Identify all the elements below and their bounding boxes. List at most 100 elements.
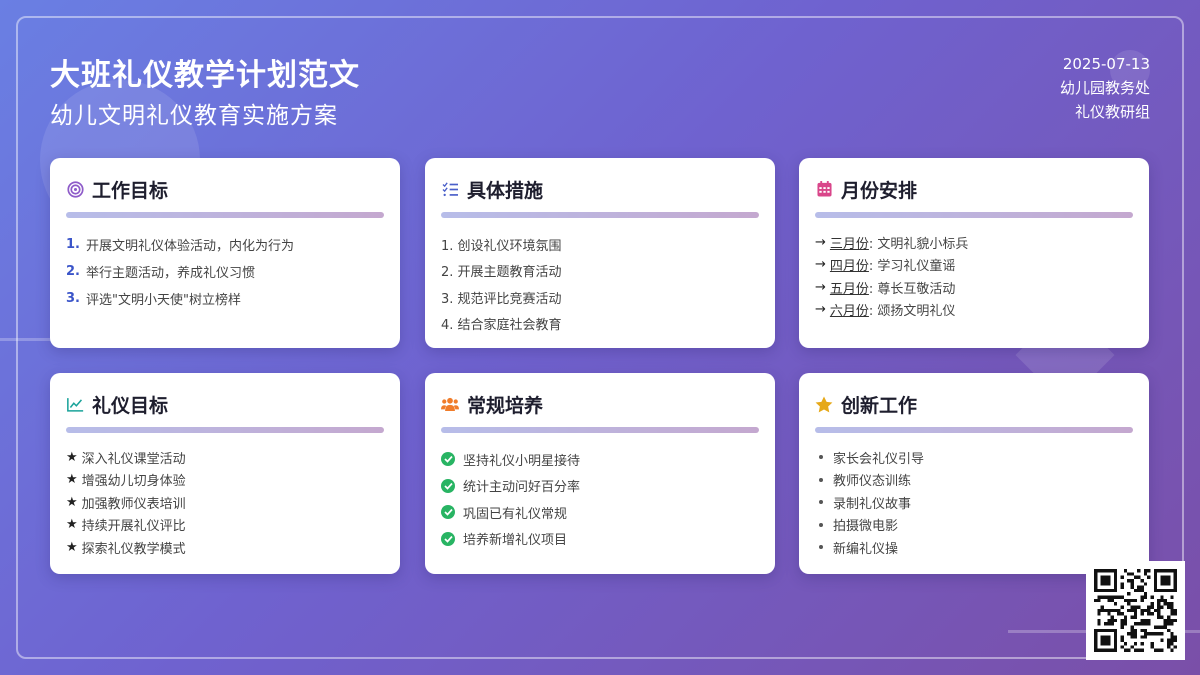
qr-module	[1147, 618, 1151, 623]
qr-module	[1113, 638, 1118, 643]
qr-module	[1130, 572, 1134, 576]
qr-module	[1160, 595, 1164, 599]
qr-module	[1120, 585, 1124, 589]
qr-module	[1123, 569, 1128, 573]
qr-module	[1140, 635, 1144, 639]
qr-module	[1143, 608, 1148, 613]
qr-module	[1100, 642, 1104, 646]
qr-module	[1167, 622, 1171, 626]
list-item: ★ 加强教师仪表培训	[66, 494, 186, 512]
card-innovation: 创新工作 家长会礼仪引导 教师仪态训练 录制礼仪故事 拍摄微电影 新编礼仪操	[799, 373, 1149, 574]
star-icon	[815, 395, 833, 413]
check-circle-icon	[441, 505, 455, 520]
qr-module	[1140, 595, 1144, 599]
qr-module	[1153, 632, 1158, 636]
qr-module	[1140, 608, 1144, 613]
qr-module	[1100, 575, 1104, 579]
qr-module	[1127, 632, 1131, 636]
qr-module	[1123, 618, 1128, 623]
list-item: → 六月份: 颂扬文明礼仪	[815, 302, 956, 320]
qr-module	[1094, 638, 1098, 643]
qr-module	[1140, 578, 1144, 583]
qr-module	[1113, 608, 1118, 613]
qr-module	[1160, 575, 1164, 579]
qr-module	[1163, 582, 1168, 586]
qr-module	[1173, 582, 1177, 586]
qr-module	[1140, 622, 1144, 626]
qr-module	[1143, 618, 1148, 623]
qr-module	[1100, 638, 1104, 643]
list-item: ★ 深入礼仪课堂活动	[66, 449, 186, 467]
qr-module	[1143, 632, 1148, 636]
checklist-icon	[441, 180, 459, 198]
list-item: 巩固已有礼仪常规	[441, 499, 759, 526]
list-item: 1. 开展文明礼仪体验活动，内化为行为	[66, 237, 294, 254]
qr-module	[1097, 598, 1101, 603]
qr-module	[1167, 569, 1171, 573]
qr-module	[1103, 648, 1108, 652]
qr-module	[1147, 569, 1151, 573]
card-header: 常规培养	[441, 391, 759, 417]
list-item: 录制礼仪故事	[815, 491, 1133, 514]
qr-module	[1163, 625, 1168, 629]
qr-module	[1130, 608, 1134, 613]
qr-module	[1147, 622, 1151, 626]
qr-module	[1143, 582, 1148, 586]
qr-module	[1160, 615, 1164, 619]
qr-module	[1163, 618, 1168, 623]
users-icon	[441, 395, 459, 413]
qr-module	[1107, 622, 1111, 626]
qr-module	[1120, 638, 1124, 643]
qr-module	[1170, 632, 1174, 636]
qr-module	[1113, 635, 1118, 639]
qr-module	[1133, 608, 1138, 613]
qr-module	[1120, 622, 1124, 626]
qr-module	[1097, 628, 1101, 633]
list-item: 教师仪态训练	[815, 469, 1133, 492]
measures-list: 1. 创设礼仪环境氛围 2. 开展主题教育活动 3. 规范评比竞赛活动 4. 结…	[441, 231, 759, 337]
qr-module	[1170, 608, 1174, 613]
qr-module	[1100, 588, 1104, 593]
qr-module	[1120, 595, 1124, 599]
list-item: 坚持礼仪小明星接待	[441, 446, 759, 473]
qr-module	[1107, 582, 1111, 586]
card-divider	[66, 212, 384, 218]
qr-module	[1094, 585, 1098, 589]
qr-module	[1137, 575, 1141, 579]
arrow-right-icon: →	[815, 257, 826, 273]
card-divider	[66, 427, 384, 433]
qr-module	[1157, 598, 1161, 603]
qr-module	[1173, 572, 1177, 576]
qr-module	[1103, 582, 1108, 586]
qr-module	[1094, 645, 1098, 649]
qr-module	[1167, 575, 1171, 579]
qr-module	[1137, 569, 1141, 573]
qr-module	[1153, 625, 1158, 629]
header-meta: 2025-07-13 幼儿园教务处 礼仪教研组	[1060, 52, 1150, 124]
qr-module	[1173, 608, 1177, 613]
qr-module	[1094, 578, 1098, 583]
qr-module	[1170, 612, 1174, 616]
page-title: 大班礼仪教学计划范文	[50, 58, 360, 93]
qr-module	[1163, 575, 1168, 579]
qr-module	[1103, 578, 1108, 583]
qr-module	[1127, 572, 1131, 576]
qr-module	[1113, 645, 1118, 649]
qr-module	[1157, 648, 1161, 652]
qr-module	[1150, 612, 1154, 616]
list-item: 1. 创设礼仪环境氛围	[441, 238, 562, 254]
qr-module	[1153, 578, 1158, 583]
routine-list: 坚持礼仪小明星接待 统计主动问好百分率 巩固已有礼仪常规 培养新增礼仪项目	[441, 446, 759, 552]
qr-module	[1143, 569, 1148, 573]
list-item: 家长会礼仪引导	[815, 446, 1133, 469]
qr-module	[1120, 645, 1124, 649]
qr-module	[1113, 572, 1118, 576]
line-chart-icon	[66, 395, 84, 413]
qr-module	[1103, 595, 1108, 599]
qr-module	[1094, 628, 1098, 633]
list-item: 培养新增礼仪项目	[441, 526, 759, 553]
qr-module	[1143, 622, 1148, 626]
qr-module	[1157, 625, 1161, 629]
card-title: 月份安排	[841, 179, 918, 202]
qr-module	[1153, 575, 1158, 579]
